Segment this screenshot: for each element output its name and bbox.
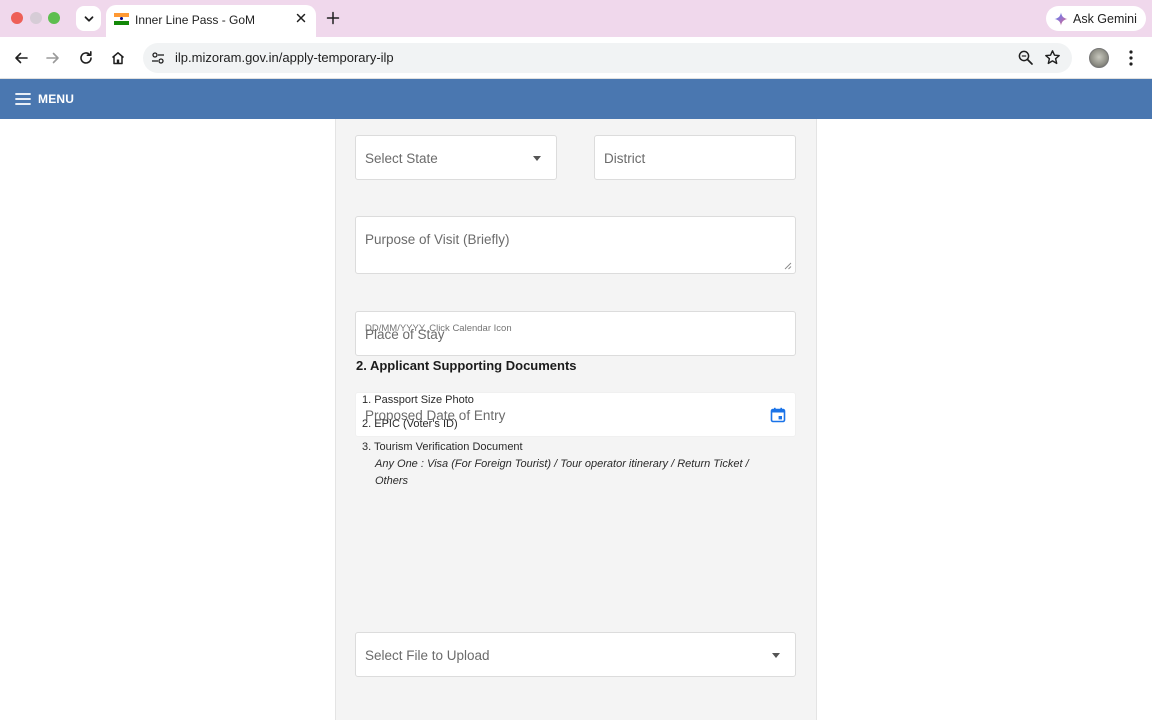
- purpose-of-visit-textarea[interactable]: Purpose of Visit (Briefly): [355, 216, 796, 274]
- window-minimize-button[interactable]: [30, 12, 42, 24]
- browser-toolbar: ilp.mizoram.gov.in/apply-temporary-ilp: [0, 37, 1152, 79]
- new-tab-plus-icon[interactable]: [324, 9, 342, 27]
- caret-down-icon: [772, 653, 780, 658]
- entry-date-helper-text: DD/MM/YYYY. Click Calendar Icon: [365, 323, 512, 334]
- reload-button[interactable]: [76, 48, 96, 68]
- menu-button[interactable]: MENU: [15, 89, 74, 109]
- document-item-passport-photo: 1. Passport Size Photo: [362, 394, 474, 406]
- menu-label: MENU: [38, 92, 75, 106]
- browser-tab-strip: Inner Line Pass - GoM Ask Gemini: [0, 0, 1152, 37]
- calendar-icon[interactable]: [770, 407, 786, 423]
- arrow-right-icon: [46, 52, 59, 64]
- gemini-sparkle-icon: [1054, 12, 1068, 25]
- supporting-documents-title: 2. Applicant Supporting Documents: [356, 358, 577, 373]
- profile-avatar[interactable]: [1089, 48, 1109, 68]
- district-placeholder: District: [604, 151, 646, 166]
- india-flag-icon: [114, 13, 129, 25]
- tab-title: Inner Line Pass - GoM: [135, 13, 256, 27]
- window-close-button[interactable]: [11, 12, 23, 24]
- ask-gemini-button[interactable]: Ask Gemini: [1046, 6, 1146, 31]
- address-bar[interactable]: ilp.mizoram.gov.in/apply-temporary-ilp: [143, 43, 1072, 73]
- state-select-placeholder: Select State: [365, 151, 438, 166]
- reload-icon: [80, 51, 92, 64]
- url-text: ilp.mizoram.gov.in/apply-temporary-ilp: [175, 50, 394, 65]
- zoom-icon[interactable]: [1017, 49, 1034, 66]
- hamburger-menu-icon: [15, 93, 31, 105]
- document-note-line2: Others: [375, 475, 409, 487]
- window-maximize-button[interactable]: [48, 12, 60, 24]
- state-select[interactable]: Select State: [355, 135, 557, 180]
- chevron-down-icon: [84, 15, 93, 22]
- file-upload-select[interactable]: Select File to Upload: [355, 632, 796, 677]
- resize-handle-icon[interactable]: [784, 262, 792, 270]
- district-input[interactable]: District: [594, 135, 796, 180]
- site-header: MENU: [0, 79, 1152, 119]
- arrow-left-icon: [15, 52, 28, 64]
- back-button[interactable]: [11, 48, 31, 68]
- bookmark-star-icon[interactable]: [1044, 49, 1061, 66]
- forward-button[interactable]: [43, 48, 63, 68]
- browser-tab-active[interactable]: Inner Line Pass - GoM: [106, 5, 316, 37]
- purpose-placeholder: Purpose of Visit (Briefly): [365, 232, 510, 247]
- document-item-tourism-verification: 3. Tourism Verification Document: [362, 441, 523, 453]
- upload-placeholder: Select File to Upload: [365, 648, 490, 663]
- home-button[interactable]: [108, 48, 128, 68]
- caret-down-icon: [533, 156, 541, 161]
- home-icon: [112, 52, 124, 65]
- ask-gemini-label: Ask Gemini: [1073, 11, 1137, 26]
- document-note-line1: Any One : Visa (For Foreign Tourist) / T…: [375, 458, 749, 470]
- close-icon[interactable]: [294, 11, 308, 25]
- tab-search-button[interactable]: [76, 6, 101, 31]
- document-item-epic: 2. EPIC (Voter's ID): [362, 418, 458, 430]
- site-settings-icon[interactable]: [150, 50, 166, 66]
- more-options-icon[interactable]: [1123, 48, 1139, 68]
